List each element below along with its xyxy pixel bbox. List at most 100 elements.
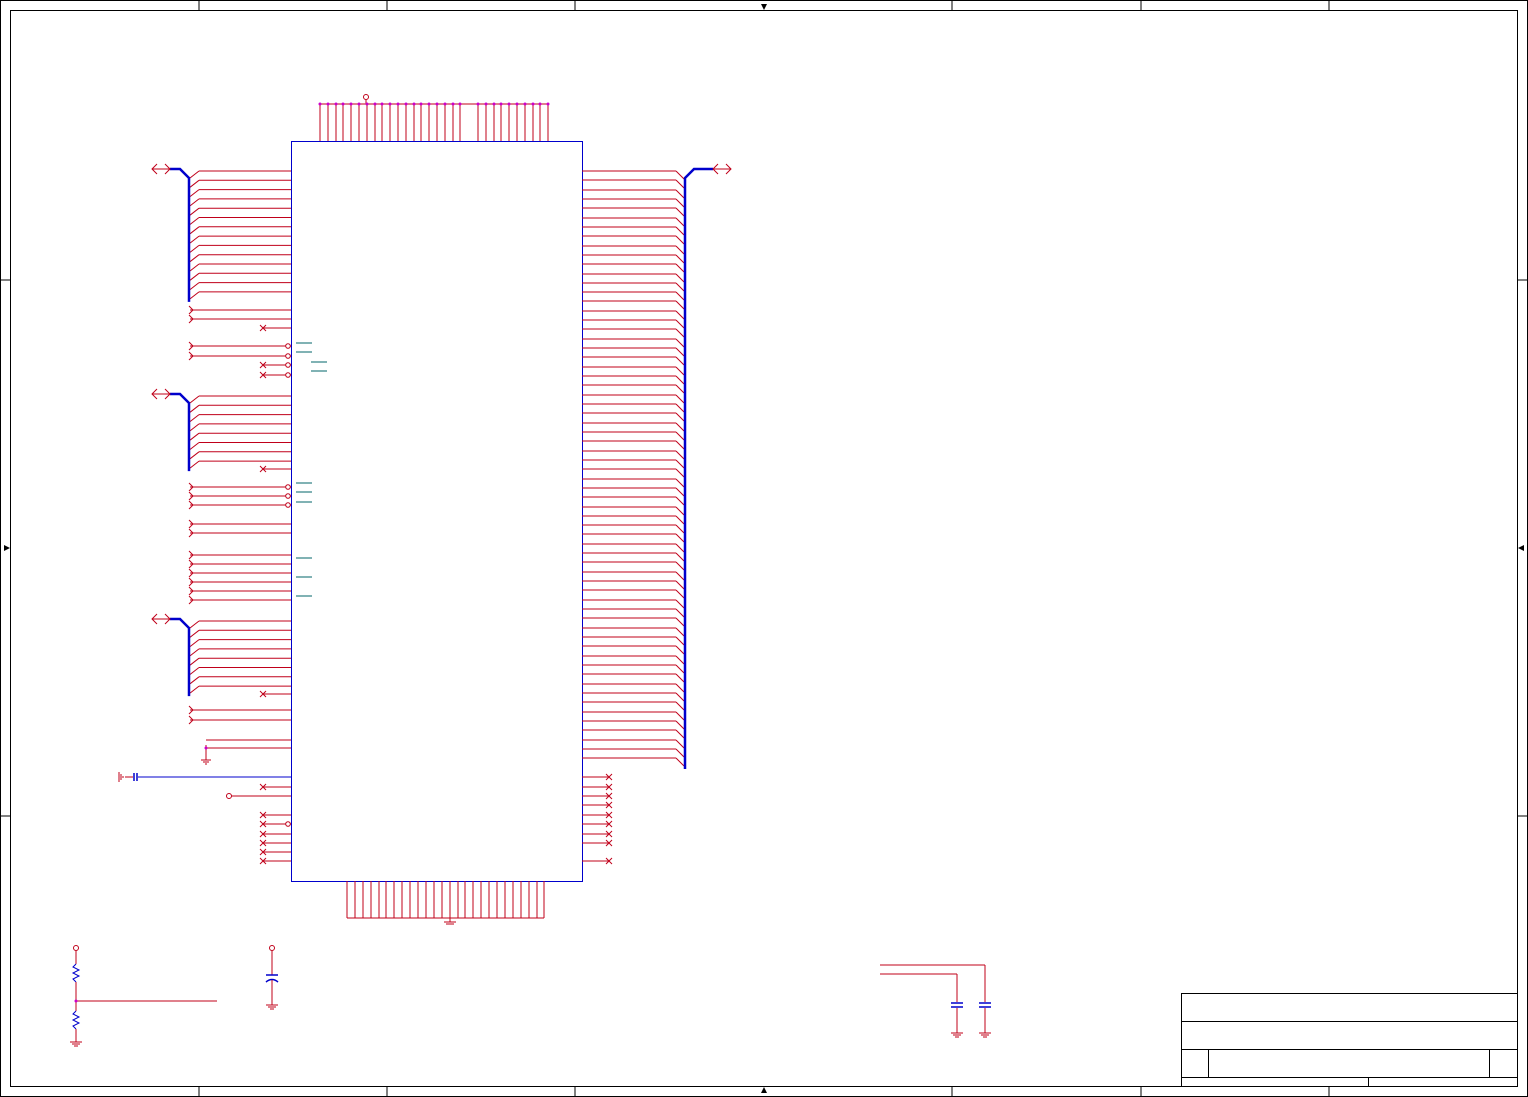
main-ic-body xyxy=(291,141,583,882)
bus-entry xyxy=(675,524,685,534)
bus-entry xyxy=(675,757,685,767)
inverted-pin-marker xyxy=(285,821,291,827)
bus-entry xyxy=(189,179,200,188)
bus-entry xyxy=(189,676,200,685)
bus-entry xyxy=(675,599,685,609)
bus-entry xyxy=(189,685,200,694)
bus-entry xyxy=(675,319,685,329)
bus-entry xyxy=(675,254,685,264)
pin-marker xyxy=(476,102,480,106)
filter-capacitors xyxy=(880,964,991,1038)
pin-marker xyxy=(458,102,462,106)
bus-entry xyxy=(189,451,200,460)
pin-marker xyxy=(427,102,431,106)
bus-entry xyxy=(189,254,200,263)
pin-marker xyxy=(538,102,542,106)
bus-entry xyxy=(189,460,200,469)
pin-marker xyxy=(341,102,345,106)
bus-entry xyxy=(189,414,200,422)
pin-marker xyxy=(531,102,535,106)
pin-marker xyxy=(318,102,322,106)
pin-marker xyxy=(484,102,488,106)
bus-entry xyxy=(675,403,685,413)
inverted-pin-marker xyxy=(285,493,291,499)
bus-entry xyxy=(675,226,685,236)
resistor-icon xyxy=(71,1010,81,1030)
bus-entry xyxy=(675,338,685,348)
bus-entry xyxy=(675,561,685,571)
bus-entry xyxy=(675,328,685,338)
bus-entry xyxy=(675,487,685,497)
bus-entry xyxy=(675,263,685,273)
pin-marker xyxy=(357,102,361,106)
bus-entry xyxy=(189,648,200,657)
left-bidirectional-port-icons xyxy=(151,163,171,625)
bus-entry xyxy=(675,515,685,525)
bus-entry xyxy=(675,179,685,189)
bus-entry xyxy=(675,468,685,478)
pin-marker xyxy=(396,102,400,106)
bus-entry xyxy=(675,422,685,432)
bus-entry xyxy=(189,217,200,225)
bus-entry xyxy=(189,620,200,629)
top-power-pins xyxy=(319,100,549,141)
bus-entry xyxy=(675,170,685,180)
bus-entry xyxy=(675,506,685,516)
title-block xyxy=(1181,993,1518,1087)
bus-entry xyxy=(189,235,200,244)
bus-entry xyxy=(189,432,200,441)
inverted-pin-marker xyxy=(285,362,291,368)
bus-entry xyxy=(189,170,200,179)
inverted-pin-marker xyxy=(285,372,291,378)
bus-entry xyxy=(675,711,685,721)
bus-entry xyxy=(675,701,685,711)
bus-entry xyxy=(675,617,685,627)
bus-entry xyxy=(675,627,685,637)
bus-entry xyxy=(675,533,685,543)
bus-entry xyxy=(675,645,685,655)
pin-marker xyxy=(373,102,377,106)
pin-marker xyxy=(507,102,511,106)
bus-entry xyxy=(675,375,685,385)
bus-entry xyxy=(189,442,200,450)
pin-marker xyxy=(546,102,550,106)
bus-entry xyxy=(675,273,685,283)
left-inverted-pin-markers xyxy=(285,343,291,827)
bus-entry xyxy=(675,673,685,683)
bus-entry xyxy=(675,347,685,357)
bus-entry xyxy=(675,589,685,599)
bus-entry xyxy=(675,310,685,320)
pin-marker xyxy=(443,102,447,106)
decoupling-capacitor xyxy=(265,945,279,1010)
bus-entry xyxy=(675,608,685,618)
bus-entry xyxy=(675,748,685,758)
bus-entry xyxy=(675,440,685,450)
pin-marker xyxy=(388,102,392,106)
inverted-pin-marker xyxy=(285,343,291,349)
bus-entry xyxy=(675,291,685,301)
pin-marker xyxy=(365,102,369,106)
pin-marker xyxy=(419,102,423,106)
inverted-pin-marker xyxy=(285,353,291,359)
pin-marker xyxy=(435,102,439,106)
pin-marker xyxy=(334,102,338,106)
bus-line xyxy=(170,167,191,302)
sheet-frame xyxy=(0,0,1528,1097)
pin-marker xyxy=(326,102,330,106)
bus-entry xyxy=(189,639,200,647)
bus-entry xyxy=(675,459,685,469)
bus-entry xyxy=(675,300,685,310)
pin-marker xyxy=(499,102,503,106)
power-pin-icon xyxy=(73,945,79,951)
bus-entry xyxy=(189,282,200,290)
bus-line xyxy=(683,167,713,769)
bus-entry xyxy=(675,692,685,702)
bus-entry xyxy=(675,552,685,562)
pin-marker xyxy=(515,102,519,106)
bus-entry xyxy=(675,394,685,404)
right-bidirectional-port-icon xyxy=(712,163,732,175)
left-buses xyxy=(170,167,191,697)
schematic-sheet xyxy=(0,0,1528,1097)
pin-marker xyxy=(380,102,384,106)
bus-entry xyxy=(189,272,200,281)
